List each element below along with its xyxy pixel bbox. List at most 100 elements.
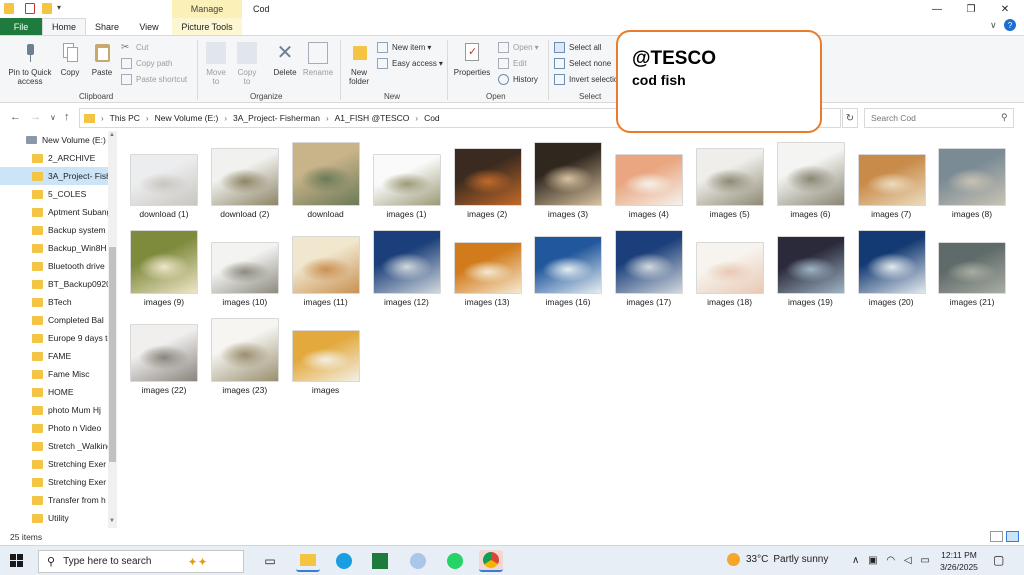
tree-folder[interactable]: Bluetooth drive [0,257,108,275]
wifi-icon[interactable]: ◠ [886,555,895,566]
tree-folder[interactable]: BT_Backup0920 [0,275,108,293]
tree-folder[interactable]: Europe 9 days tour [0,329,108,347]
file-name[interactable]: download (2) [205,209,285,219]
file-name[interactable]: images (13) [447,297,527,307]
invert-selection-button[interactable]: Invert selection [554,72,623,86]
breadcrumb-project-fisherman[interactable]: 3A_Project- Fisherman [233,113,320,123]
breadcrumb-fish-tesco[interactable]: A1_FISH @TESCO [335,113,410,123]
file-name[interactable]: images (11) [286,297,366,307]
scroll-up-icon[interactable]: ▲ [109,132,115,138]
file-thumbnail[interactable] [534,142,603,206]
file-thumbnail[interactable] [696,148,764,206]
select-all-button[interactable]: Select all [554,40,601,54]
file-explorer-icon[interactable] [296,550,320,572]
recent-locations-icon[interactable]: ∨ [50,113,56,122]
file-thumbnail[interactable] [211,242,280,294]
select-none-button[interactable]: Select none [554,56,611,70]
file-thumbnail[interactable] [292,236,360,294]
file-name[interactable]: images (8) [932,209,1012,219]
speaker-icon[interactable]: ◁ [904,555,912,566]
up-arrow-icon[interactable]: ↑ [64,111,70,123]
file-thumbnail[interactable] [130,324,199,382]
file-name[interactable]: images (10) [205,297,285,307]
help-icon[interactable]: ? [1004,19,1016,31]
tree-folder[interactable]: HOME [0,383,108,401]
pin-quick-access-button[interactable]: Pin to Quick access [4,42,56,86]
file-thumbnail[interactable] [372,230,441,294]
file-thumbnail[interactable] [534,236,603,294]
tree-folder[interactable]: Stretching Exer [0,473,108,491]
tab-file[interactable]: File [0,18,42,35]
new-item-button[interactable]: New item ▾ [377,40,431,54]
file-thumbnail[interactable] [615,230,684,294]
paint-icon[interactable] [406,550,430,572]
copy-to-button[interactable]: Copy to [234,42,260,86]
large-icons-view-icon[interactable] [1006,531,1019,542]
refresh-icon[interactable]: ↻ [842,108,858,128]
file-thumbnail[interactable] [130,230,199,294]
weather-widget[interactable]: 33°C Partly sunny [727,553,828,566]
new-folder-icon[interactable] [42,3,52,14]
tree-folder[interactable]: FAME [0,347,108,365]
file-name[interactable]: images (9) [124,297,204,307]
easy-access-button[interactable]: Easy access ▾ [377,56,443,70]
file-thumbnail[interactable] [292,142,360,206]
tree-folder[interactable]: Backup_Win8H [0,239,108,257]
nav-scrollbar-thumb[interactable] [109,247,116,462]
open-button[interactable]: Open ▾ [498,40,539,54]
file-name[interactable]: images (23) [205,385,285,395]
system-tray[interactable]: ∧ ▣ ◠ ◁ ▭ [852,555,930,566]
tree-folder[interactable]: Photo n Video [0,419,108,437]
forward-arrow-icon[interactable]: → [30,111,41,123]
file-name[interactable]: images (17) [609,297,689,307]
taskbar-search[interactable]: ⚲ Type here to search ✦✦ [38,550,244,573]
tab-picture-tools[interactable]: Picture Tools [172,18,242,35]
file-name[interactable]: download [286,209,366,219]
file-name[interactable]: images (22) [124,385,204,395]
quick-access-dropdown-icon[interactable]: ▾ [57,3,61,12]
tree-folder[interactable]: Transfer from h [0,491,108,509]
maximize-button[interactable]: ❐ [954,0,988,18]
tree-folder[interactable]: Completed Bal [0,311,108,329]
file-thumbnail[interactable] [130,154,199,206]
file-thumbnail[interactable] [453,148,522,206]
cut-button[interactable]: ✂ Cut [121,40,148,54]
file-thumbnail[interactable] [938,148,1007,206]
file-thumbnail[interactable] [776,236,845,294]
file-name[interactable]: images (5) [690,209,770,219]
excel-icon[interactable] [368,550,392,572]
file-name[interactable]: images (3) [528,209,608,219]
paste-button[interactable]: Paste [87,42,117,77]
new-folder-button[interactable]: New folder [344,42,374,86]
file-name[interactable]: images [286,385,366,395]
copy-path-button[interactable]: Copy path [121,56,172,70]
tree-folder[interactable]: BTech [0,293,108,311]
scroll-down-icon[interactable]: ▼ [109,518,115,524]
file-thumbnail[interactable] [211,318,280,382]
tab-home[interactable]: Home [42,18,86,35]
file-name[interactable]: images (18) [690,297,770,307]
file-thumbnail[interactable] [211,148,280,206]
chrome-icon[interactable] [479,550,503,572]
file-name[interactable]: images (4) [609,209,689,219]
breadcrumb-this-pc[interactable]: This PC [110,113,140,123]
windows-start-icon[interactable] [10,554,24,568]
file-name[interactable]: images (2) [447,209,527,219]
tree-folder[interactable]: Utility [0,509,108,527]
file-thumbnail[interactable] [857,154,926,206]
breadcrumb-cod[interactable]: Cod [424,113,440,123]
tree-folder[interactable]: Stretch _Walking [0,437,108,455]
tree-folder[interactable]: Stretching Exer [0,455,108,473]
edge-icon[interactable] [332,550,356,572]
paste-shortcut-button[interactable]: Paste shortcut [121,72,187,86]
whatsapp-icon[interactable] [443,550,467,572]
file-name[interactable]: images (12) [366,297,446,307]
tree-folder[interactable]: 5_COLES [0,185,108,203]
delete-button[interactable]: ✕ Delete [270,42,300,77]
tree-drive[interactable]: New Volume (E:) [0,131,108,149]
tab-view[interactable]: View [128,18,170,35]
minimize-button[interactable]: — [920,0,954,18]
file-thumbnail[interactable] [938,242,1007,294]
file-thumbnail[interactable] [372,154,441,206]
close-button[interactable]: ✕ [988,0,1022,18]
